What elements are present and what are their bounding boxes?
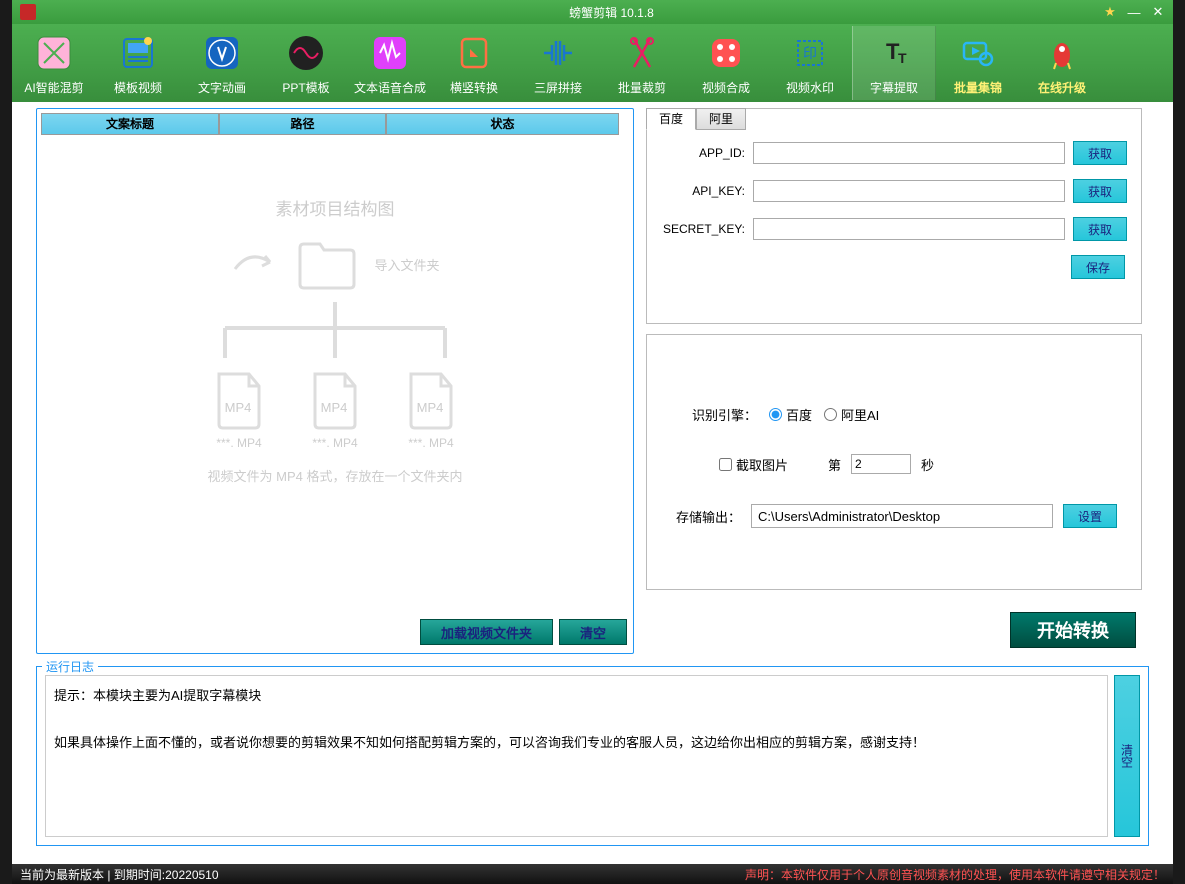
star-icon[interactable]: ★ bbox=[1103, 5, 1117, 19]
seconds-prefix: 第 bbox=[828, 455, 841, 474]
mp4-label: ***. MP4 bbox=[408, 436, 453, 450]
start-convert-button[interactable]: 开始转换 bbox=[1010, 612, 1136, 648]
toolbar-video-merge[interactable]: 视频合成 bbox=[684, 26, 768, 100]
app-id-label: APP_ID: bbox=[661, 146, 745, 160]
template-video-icon bbox=[116, 31, 160, 75]
svg-text:MP4: MP4 bbox=[417, 400, 444, 415]
status-disclaimer: 声明：本软件仅用于个人原创音视频素材的处理，使用本软件请遵守相关规定！ bbox=[745, 866, 1165, 883]
toolbar-watermark[interactable]: 印 视频水印 bbox=[768, 26, 852, 100]
log-panel: 运行日志 提示：本模块主要为AI提取字幕模块 如果具体操作上面不懂的，或者说你想… bbox=[36, 666, 1149, 846]
col-status[interactable]: 状态 bbox=[386, 113, 619, 135]
col-title[interactable]: 文案标题 bbox=[41, 113, 219, 135]
svg-text:MP4: MP4 bbox=[225, 400, 252, 415]
folder-icon bbox=[292, 234, 362, 294]
clear-list-button[interactable]: 清空 bbox=[559, 619, 627, 645]
diagram-note: 视频文件为 MP4 格式，存放在一个文件夹内 bbox=[208, 466, 463, 485]
orient-icon bbox=[452, 31, 496, 75]
output-label: 存储输出： bbox=[671, 507, 741, 526]
api-key-input[interactable] bbox=[753, 180, 1065, 202]
toolbar-text-anim[interactable]: 文字动画 bbox=[180, 26, 264, 100]
toolbar-batch-crop[interactable]: 批量裁剪 bbox=[600, 26, 684, 100]
radio-ali[interactable]: 阿里AI bbox=[824, 405, 879, 424]
highlight-icon bbox=[956, 31, 1000, 75]
tts-icon bbox=[368, 31, 412, 75]
watermark-icon: 印 bbox=[788, 31, 832, 75]
toolbar-orient[interactable]: 横竖转换 bbox=[432, 26, 516, 100]
mp4-file-icon: MP4 bbox=[307, 370, 363, 430]
app-id-input[interactable] bbox=[753, 142, 1065, 164]
crop-icon bbox=[620, 31, 664, 75]
table-header: 文案标题 路径 状态 bbox=[41, 113, 629, 135]
mp4-label: ***. MP4 bbox=[312, 436, 357, 450]
toolbar-ai-mix[interactable]: AI智能混剪 bbox=[12, 26, 96, 100]
import-label: 导入文件夹 bbox=[374, 255, 439, 274]
close-button[interactable]: ✕ bbox=[1151, 5, 1165, 19]
title-bar: 螃蟹剪辑 10.1.8 ★ — ✕ bbox=[12, 0, 1173, 24]
svg-text:MP4: MP4 bbox=[321, 400, 348, 415]
mp4-file-icon: MP4 bbox=[211, 370, 267, 430]
toolbar-ppt[interactable]: PPT模板 bbox=[264, 26, 348, 100]
ai-mix-icon bbox=[32, 31, 76, 75]
mp4-file-icon: MP4 bbox=[403, 370, 459, 430]
engine-label: 识别引擎： bbox=[671, 405, 757, 424]
capture-checkbox[interactable]: 截取图片 bbox=[719, 455, 788, 474]
tab-ali[interactable]: 阿里 bbox=[696, 108, 746, 130]
toolbar-upgrade[interactable]: 在线升级 bbox=[1020, 26, 1104, 100]
col-path[interactable]: 路径 bbox=[219, 113, 386, 135]
seconds-suffix: 秒 bbox=[921, 455, 934, 474]
secret-key-input[interactable] bbox=[753, 218, 1065, 240]
svg-text:T: T bbox=[898, 50, 907, 66]
status-version: 当前为最新版本 | 到期时间:20220510 bbox=[20, 866, 219, 883]
api-config-panel: 百度 阿里 APP_ID: 获取 API_KEY: 获取 bbox=[646, 108, 1142, 324]
toolbar-template-video[interactable]: 模板视频 bbox=[96, 26, 180, 100]
arrow-icon bbox=[230, 244, 280, 284]
log-legend: 运行日志 bbox=[42, 658, 98, 675]
load-folder-button[interactable]: 加载视频文件夹 bbox=[420, 619, 553, 645]
radio-baidu[interactable]: 百度 bbox=[769, 405, 812, 424]
set-output-button[interactable]: 设置 bbox=[1063, 504, 1117, 528]
upgrade-icon bbox=[1040, 31, 1084, 75]
merge-icon bbox=[704, 31, 748, 75]
subtitle-icon: TT bbox=[872, 31, 916, 75]
window-title: 螃蟹剪辑 10.1.8 bbox=[120, 4, 1103, 21]
engine-config-panel: 识别引擎： 百度 阿里AI 截取图片 第 秒 存储输出： 设置 bbox=[646, 334, 1142, 590]
triple-icon bbox=[536, 31, 580, 75]
text-anim-icon bbox=[200, 31, 244, 75]
video-list-panel: 文案标题 路径 状态 素材项目结构图 导入文件夹 bbox=[36, 108, 634, 654]
get-secret-key-button[interactable]: 获取 bbox=[1073, 217, 1127, 241]
toolbar-batch-highlight[interactable]: 批量集锦 bbox=[936, 26, 1020, 100]
seconds-input[interactable] bbox=[851, 454, 911, 474]
tree-connector bbox=[205, 302, 465, 362]
main-toolbar: AI智能混剪 模板视频 文字动画 PPT模板 文本语音合成 横竖转换 三屏拼接 bbox=[12, 24, 1173, 102]
app-logo-icon bbox=[20, 4, 36, 20]
tab-baidu[interactable]: 百度 bbox=[646, 108, 696, 130]
ppt-icon bbox=[284, 31, 328, 75]
api-key-label: API_KEY: bbox=[661, 184, 745, 198]
status-bar: 当前为最新版本 | 到期时间:20220510 声明：本软件仅用于个人原创音视频… bbox=[12, 864, 1173, 884]
output-path-input[interactable] bbox=[751, 504, 1053, 528]
toolbar-tts[interactable]: 文本语音合成 bbox=[348, 26, 432, 100]
toolbar-subtitle-extract[interactable]: TT 字幕提取 bbox=[852, 26, 936, 100]
structure-diagram: 素材项目结构图 导入文件夹 MP4 ***. MP4 bbox=[41, 135, 629, 613]
log-textarea[interactable]: 提示：本模块主要为AI提取字幕模块 如果具体操作上面不懂的，或者说你想要的剪辑效… bbox=[45, 675, 1108, 837]
save-api-button[interactable]: 保存 bbox=[1071, 255, 1125, 279]
get-api-key-button[interactable]: 获取 bbox=[1073, 179, 1127, 203]
get-app-id-button[interactable]: 获取 bbox=[1073, 141, 1127, 165]
clear-log-button[interactable]: 清空 bbox=[1114, 675, 1140, 837]
toolbar-triple[interactable]: 三屏拼接 bbox=[516, 26, 600, 100]
secret-key-label: SECRET_KEY: bbox=[661, 222, 745, 236]
mp4-label: ***. MP4 bbox=[216, 436, 261, 450]
diagram-title: 素材项目结构图 bbox=[276, 195, 395, 220]
minimize-button[interactable]: — bbox=[1127, 5, 1141, 19]
svg-text:印: 印 bbox=[803, 45, 817, 61]
